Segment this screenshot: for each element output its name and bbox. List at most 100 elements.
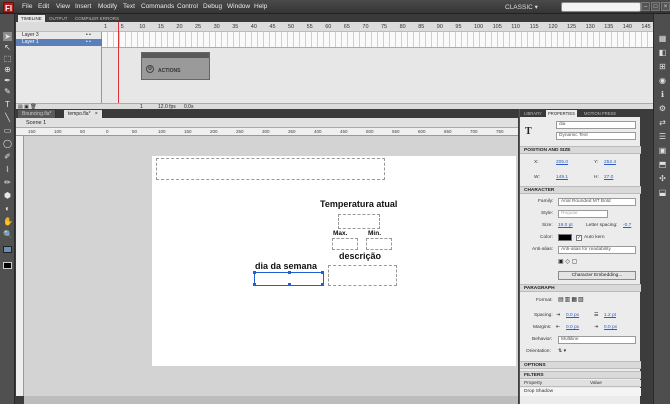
- label-dia-da-semana[interactable]: dia da semana: [255, 261, 317, 271]
- menu-modify[interactable]: Modify: [98, 3, 117, 10]
- selected-text-field-dia[interactable]: [253, 271, 324, 286]
- dynamic-text-field-top[interactable]: [156, 158, 385, 180]
- minimize-button[interactable]: –: [641, 2, 650, 11]
- menu-commands[interactable]: Commands: [141, 3, 174, 10]
- layer-row-layer1[interactable]: Layer 1 • •: [16, 39, 102, 46]
- tab-compiler-errors[interactable]: COMPILER ERRORS: [72, 15, 122, 22]
- orientation-icon[interactable]: ⇅ ▾: [558, 348, 566, 354]
- text-tool-icon[interactable]: T: [3, 100, 12, 109]
- text-field-min[interactable]: [366, 238, 392, 250]
- hand-tool-icon[interactable]: ✋: [3, 217, 13, 226]
- motion-editor-icon[interactable]: ⇄: [658, 118, 667, 127]
- text-field-temperature[interactable]: [338, 214, 380, 229]
- brush-tool-icon[interactable]: ⌇: [3, 165, 12, 174]
- menu-view[interactable]: View: [56, 3, 70, 10]
- info-panel-icon[interactable]: ℹ: [658, 90, 667, 99]
- label-temperatura-atual[interactable]: Temperatura atual: [320, 199, 397, 209]
- stage[interactable]: Temperatura atual Max. Min. descrição di…: [152, 156, 516, 366]
- y-value[interactable]: 252.4: [604, 160, 616, 165]
- tab-properties[interactable]: PROPERTIES: [546, 110, 577, 117]
- text-color-swatch[interactable]: [558, 234, 572, 241]
- label-descricao[interactable]: descrição: [339, 251, 381, 261]
- menu-control[interactable]: Control: [177, 3, 198, 10]
- font-size-value[interactable]: 19.0 pt: [558, 223, 573, 228]
- align-panel-icon[interactable]: ⊞: [658, 62, 667, 71]
- frame-grid[interactable]: [102, 32, 653, 48]
- code-snippets-icon[interactable]: ✣: [658, 174, 667, 183]
- transform-panel-icon[interactable]: ⚙: [658, 104, 667, 113]
- align-buttons[interactable]: ▤▥▦▧: [558, 296, 585, 303]
- close-window-button[interactable]: ×: [661, 2, 670, 11]
- scene-breadcrumb[interactable]: Scene 1: [26, 120, 46, 126]
- indent-value[interactable]: 0.0 px: [566, 313, 579, 318]
- section-options[interactable]: OPTIONS: [520, 361, 641, 369]
- h-value[interactable]: 27.0: [604, 175, 613, 180]
- letter-spacing-value[interactable]: -0.7: [623, 223, 631, 228]
- frame-ruler[interactable]: 1 5 10 15 20 25 30 35 40 45 50 55 60 65 70 75 80 85 90 95 10…: [102, 22, 653, 32]
- left-margin-value[interactable]: 0.0 px: [566, 325, 579, 330]
- swatches-panel-icon[interactable]: ◧: [658, 48, 667, 57]
- menu-file[interactable]: File: [22, 3, 32, 10]
- filter-row[interactable]: Drop Shadow: [520, 388, 641, 396]
- text-type-select[interactable]: Dynamic Text: [556, 132, 636, 140]
- tab-motion-presets[interactable]: MOTION PRESE: [582, 110, 618, 117]
- fill-color-swatch[interactable]: [3, 262, 12, 269]
- layer-lock-icon[interactable]: • •: [86, 39, 91, 46]
- character-embedding-button[interactable]: Character Embedding...: [558, 271, 636, 280]
- section-character[interactable]: CHARACTER: [520, 186, 641, 194]
- section-paragraph[interactable]: PARAGRAPH: [520, 284, 641, 292]
- font-family-select[interactable]: Arial Rounded MT Bold: [558, 198, 636, 206]
- pen-tool-icon[interactable]: ✎: [3, 87, 12, 96]
- menu-text[interactable]: Text: [123, 3, 135, 10]
- auto-kern-checkbox[interactable]: ✓: [576, 235, 582, 241]
- lasso-tool-icon[interactable]: ✒: [3, 76, 12, 85]
- layer-visibility-icon[interactable]: • •: [86, 32, 91, 39]
- doc-tab-bouncing[interactable]: Bouncing.fla*: [18, 110, 57, 118]
- menu-edit[interactable]: Edit: [38, 3, 49, 10]
- doc-tab-tempo[interactable]: tempo.fla* ×: [64, 110, 103, 118]
- right-margin-value[interactable]: 0.0 px: [604, 325, 617, 330]
- movie-explorer-icon[interactable]: ⬒: [658, 160, 667, 169]
- vertical-ruler[interactable]: [16, 136, 24, 396]
- pencil-tool-icon[interactable]: ✐: [3, 152, 12, 161]
- tab-timeline[interactable]: TIMELINE: [18, 15, 45, 22]
- instance-name-input[interactable]: dia: [556, 121, 636, 129]
- text-field-max[interactable]: [332, 238, 358, 250]
- library-panel-icon[interactable]: ▣: [658, 146, 667, 155]
- tab-output[interactable]: OUTPUT: [46, 15, 71, 22]
- anti-alias-select[interactable]: Anti-alias for readability: [558, 246, 636, 254]
- help-search-input[interactable]: [561, 2, 641, 12]
- actions-panel-collapsed[interactable]: ⚙ ACTIONS: [141, 52, 210, 80]
- label-max[interactable]: Max.: [333, 230, 347, 237]
- behavior-select[interactable]: Multiline: [558, 336, 636, 344]
- menu-debug[interactable]: Debug: [203, 3, 222, 10]
- section-filters[interactable]: FILTERS: [520, 371, 641, 379]
- section-position-size[interactable]: POSITION AND SIZE: [520, 146, 641, 154]
- text-format-icons[interactable]: ▣ ◇ ▢: [558, 258, 577, 265]
- subselection-tool-icon[interactable]: ↖: [3, 43, 12, 52]
- label-min[interactable]: Min.: [368, 230, 381, 237]
- workspace-switcher[interactable]: CLASSIC ▾: [505, 3, 538, 11]
- horizontal-scrollbar[interactable]: [24, 396, 518, 404]
- maximize-button[interactable]: □: [651, 2, 660, 11]
- free-transform-tool-icon[interactable]: ⬚: [3, 54, 12, 63]
- 3d-rotation-tool-icon[interactable]: ⊕: [3, 65, 12, 74]
- components-panel-icon[interactable]: ◉: [658, 76, 667, 85]
- line-spacing-value[interactable]: 1.2 pt: [604, 313, 616, 318]
- rectangle-tool-icon[interactable]: ▭: [3, 126, 12, 135]
- playhead[interactable]: [118, 22, 119, 104]
- color-panel-icon[interactable]: ▦: [658, 34, 667, 43]
- text-field-descricao[interactable]: [328, 265, 397, 286]
- selection-tool-icon[interactable]: ➤: [3, 32, 12, 41]
- stroke-color-swatch[interactable]: [3, 246, 12, 253]
- zoom-tool-icon[interactable]: 🔍: [3, 230, 13, 239]
- project-panel-icon[interactable]: ⬓: [658, 188, 667, 197]
- eyedropper-tool-icon[interactable]: ◐: [3, 204, 12, 213]
- x-value[interactable]: 205.0: [556, 160, 568, 165]
- horizontal-ruler[interactable]: 150 100 50 0 50 100 150 200 250 300 350 400 450 500 55…: [16, 128, 518, 136]
- menu-insert[interactable]: Insert: [75, 3, 91, 10]
- w-value[interactable]: 149.1: [556, 175, 568, 180]
- menu-window[interactable]: Window: [227, 3, 250, 10]
- paint-bucket-tool-icon[interactable]: ⬢: [3, 191, 12, 200]
- menu-help[interactable]: Help: [254, 3, 267, 10]
